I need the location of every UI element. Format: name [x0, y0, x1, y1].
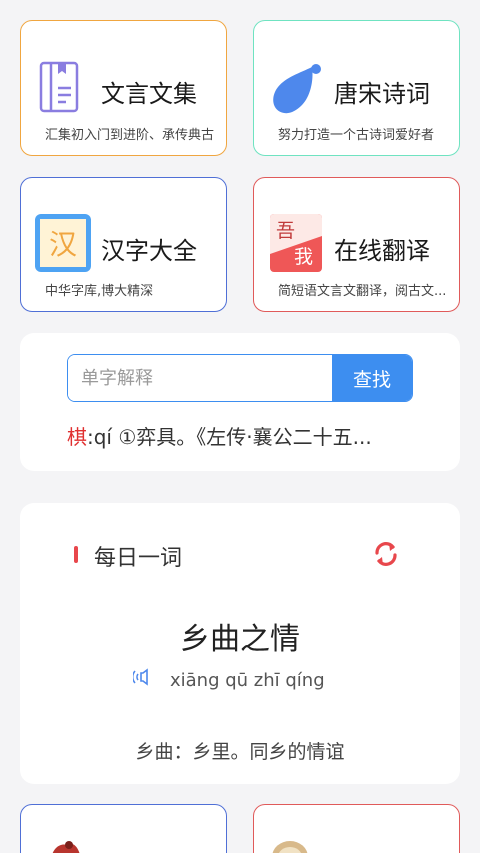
feature-subtitle: 简短语文言文翻译，阅古文...: [278, 284, 447, 299]
han-char-icon: 汉: [35, 214, 91, 272]
refresh-icon[interactable]: [372, 540, 400, 568]
bottom-card-left[interactable]: [20, 804, 227, 853]
feature-card-wenyan[interactable]: 文言文集 汇集初入门到进阶、承传典古: [20, 20, 227, 156]
definition-char[interactable]: 棋: [67, 425, 87, 449]
feature-title: 唐宋诗词: [334, 80, 430, 108]
feature-subtitle: 努力打造一个古诗词爱好者: [278, 128, 435, 143]
feature-subtitle: 中华字库,博大精深: [45, 284, 154, 299]
feature-title: 文言文集: [101, 80, 197, 108]
leaf-icon: [268, 61, 324, 117]
feature-title: 汉字大全: [101, 237, 197, 265]
daily-word-label: 每日一词: [94, 546, 183, 571]
daily-word: 乡曲之情: [180, 622, 300, 657]
feature-card-translate[interactable]: 吾 我 在线翻译 简短语文言文翻译，阅古文...: [253, 177, 460, 312]
feature-card-hanzi[interactable]: 汉 汉字大全 中华字库,博大精深: [20, 177, 227, 312]
feature-title: 在线翻译: [334, 237, 430, 265]
translate-glyph-source: 吾: [276, 220, 296, 242]
portrait-icon: [270, 837, 310, 853]
book-icon: [38, 60, 86, 116]
feature-subtitle: 汇集初入门到进阶、承传典古: [45, 128, 215, 143]
daily-word-accent-bar: [74, 546, 78, 563]
translate-icon: 吾 我: [270, 214, 322, 272]
feature-card-tangsong[interactable]: 唐宋诗词 努力打造一个古诗词爱好者: [253, 20, 460, 156]
speaker-icon[interactable]: [131, 666, 155, 688]
search-bar: 查找: [67, 354, 413, 402]
search-button[interactable]: 查找: [332, 355, 412, 401]
figure-icon: [47, 835, 83, 853]
han-char-glyph: 汉: [40, 219, 86, 267]
daily-word-meaning: 乡曲：乡里。同乡的情谊: [135, 741, 345, 763]
search-input[interactable]: [68, 355, 332, 401]
definition-line: 棋:qí ①弈具。《左传·襄公二十五...: [67, 421, 407, 450]
definition-text: :qí ①弈具。《左传·襄公二十五...: [87, 425, 372, 449]
daily-word-pinyin: xiāng qū zhī qíng: [170, 670, 325, 691]
translate-glyph-target: 我: [294, 246, 314, 268]
bottom-card-right[interactable]: [253, 804, 460, 853]
